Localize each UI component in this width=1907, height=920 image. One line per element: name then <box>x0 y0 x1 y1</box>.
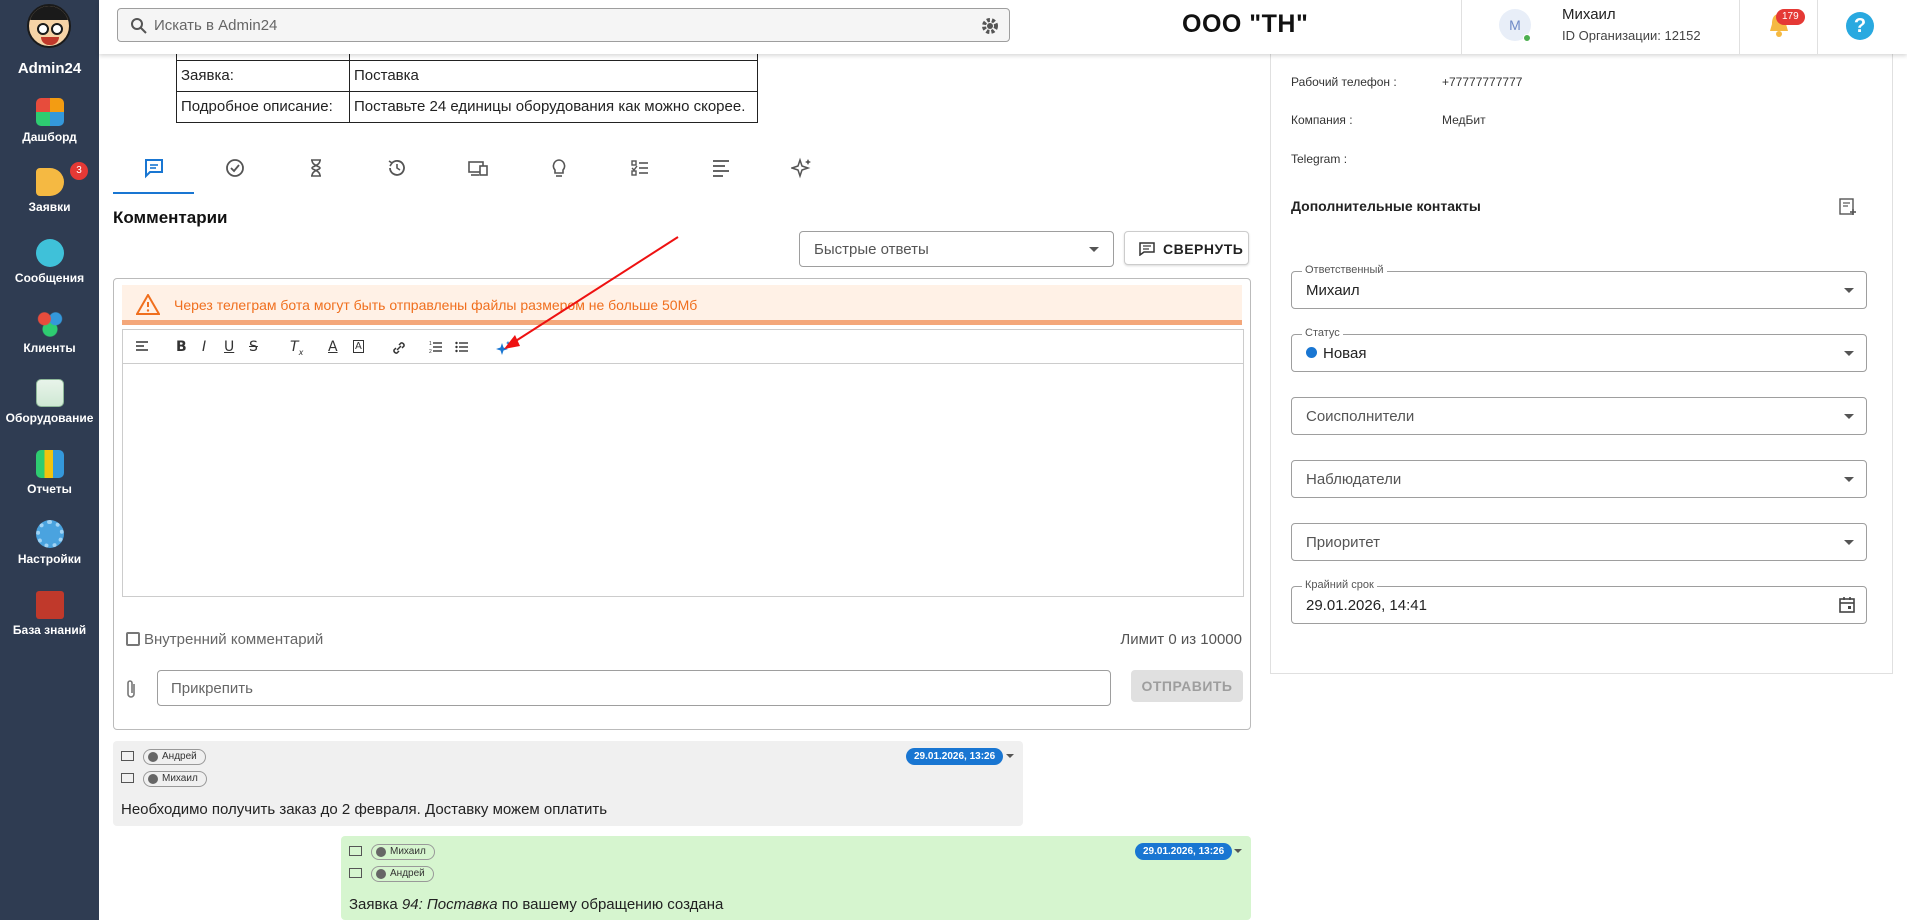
app-name: Admin24 <box>17 60 82 77</box>
field-placeholder: Приоритет <box>1306 534 1380 551</box>
clients-icon <box>36 309 64 337</box>
company-value[interactable]: МедБит <box>1442 113 1486 127</box>
organization-id: ID Организации: 12152 <box>1562 28 1701 43</box>
add-contact-icon[interactable] <box>1839 198 1857 216</box>
sidebar-item-label: Отчеты <box>27 482 72 496</box>
field-placeholder: Наблюдатели <box>1306 471 1402 488</box>
chevron-down-icon <box>1844 540 1854 545</box>
annotation-arrow <box>504 236 679 349</box>
divider <box>1461 0 1462 54</box>
sidebar-item-label: Оборудование <box>5 411 94 425</box>
sidebar-item-settings[interactable]: Настройки <box>0 520 99 582</box>
observers-select[interactable]: Наблюдатели <box>1291 460 1867 498</box>
details-panel: Рабочий телефон : +77777777777 Компания … <box>1270 54 1893 674</box>
sidebar-item-label: Клиенты <box>23 341 76 355</box>
status-dot <box>1306 347 1317 358</box>
telegram-label: Telegram : <box>1291 152 1348 166</box>
work-phone-label: Рабочий телефон : <box>1291 75 1397 89</box>
field-value: 29.01.2026, 14:41 <box>1306 597 1427 614</box>
requests-badge: 3 <box>70 162 88 180</box>
sidebar: Admin24 Дашборд 3 Заявки Сообщения Клиен… <box>0 0 99 920</box>
field-label: Статус <box>1302 327 1343 339</box>
field-label: Ответственный <box>1302 264 1387 276</box>
priority-select[interactable]: Приоритет <box>1291 523 1867 561</box>
work-phone-value[interactable]: +77777777777 <box>1442 75 1522 89</box>
calendar-icon[interactable] <box>1838 596 1856 614</box>
divider <box>1739 0 1740 54</box>
field-placeholder: Соисполнители <box>1306 408 1415 425</box>
sidebar-item-reports[interactable]: Отчеты <box>0 450 99 512</box>
gear-icon[interactable] <box>980 16 1000 36</box>
search-input[interactable] <box>154 15 954 35</box>
divider <box>1817 0 1818 54</box>
chevron-down-icon <box>1844 477 1854 482</box>
chevron-down-icon <box>1844 414 1854 419</box>
company-label: Компания : <box>1291 113 1353 127</box>
equipment-icon <box>36 379 64 407</box>
field-label: Крайний срок <box>1302 579 1377 591</box>
chevron-down-icon <box>1844 351 1854 356</box>
sidebar-item-messages[interactable]: Сообщения <box>0 239 99 301</box>
chevron-down-icon <box>1844 288 1854 293</box>
sidebar-item-knowledge-base[interactable]: База знаний <box>0 591 99 653</box>
notifications-badge: 179 <box>1776 9 1805 25</box>
top-bar: ООО "ТН" M Михаил ID Организации: 12152 … <box>99 0 1907 54</box>
sidebar-item-label: База знаний <box>12 623 87 637</box>
help-icon[interactable]: ? <box>1846 12 1874 40</box>
main-content: Заявка: Поставка Подробное описание: Пос… <box>99 54 1269 920</box>
status-select[interactable]: Статус Новая <box>1291 327 1867 372</box>
user-name[interactable]: Михаил <box>1562 6 1616 23</box>
coexecutors-select[interactable]: Соисполнители <box>1291 397 1867 435</box>
reports-icon <box>36 450 64 478</box>
responsible-select[interactable]: Ответственный Михаил <box>1291 264 1867 309</box>
book-icon <box>36 591 64 619</box>
status-text: Новая <box>1323 345 1367 362</box>
field-value: Новая <box>1306 345 1366 362</box>
dashboard-icon <box>36 98 64 126</box>
search-icon <box>131 18 147 34</box>
deadline-field[interactable]: Крайний срок 29.01.2026, 14:41 <box>1291 579 1867 624</box>
sidebar-item-label: Сообщения <box>14 271 85 285</box>
sidebar-item-label: Заявки <box>28 200 71 214</box>
sidebar-item-dashboard[interactable]: Дашборд <box>0 98 99 160</box>
megaphone-icon <box>36 168 64 196</box>
sidebar-item-equipment[interactable]: Оборудование <box>0 379 99 441</box>
sidebar-item-clients[interactable]: Клиенты <box>0 309 99 371</box>
sidebar-item-label: Настройки <box>17 552 82 566</box>
organization-title: ООО "ТН" <box>1182 10 1309 38</box>
sidebar-item-label: Дашборд <box>22 130 77 144</box>
chat-bubble-icon <box>36 239 64 267</box>
online-status-dot <box>1523 34 1531 42</box>
search-box[interactable] <box>117 8 1010 42</box>
sidebar-item-requests[interactable]: 3 Заявки <box>0 162 99 230</box>
logo[interactable]: Admin24 <box>0 0 99 86</box>
extra-contacts-title: Дополнительные контакты <box>1291 198 1481 214</box>
field-value: Михаил <box>1306 282 1360 299</box>
logo-face-icon <box>27 4 71 48</box>
gear-icon <box>36 520 64 548</box>
